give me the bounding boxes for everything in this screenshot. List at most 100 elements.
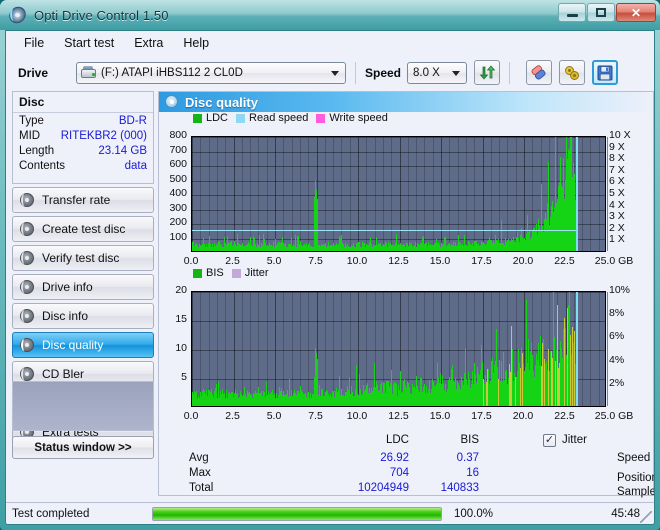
drive-select[interactable]: (F:) ATAPI iHBS112 2 CL0D (76, 61, 346, 84)
sidebar-item-disc-info[interactable]: Disc info (12, 303, 154, 329)
maximize-button[interactable] (587, 3, 615, 22)
y-axis-tick: 15 (175, 313, 187, 325)
y-axis-tick: 10 (175, 342, 187, 354)
y2-axis-tick: 9 X (609, 140, 625, 153)
sidebar-item-label: Disc quality (42, 338, 104, 352)
data-spike (209, 235, 210, 251)
read-speed-line (192, 230, 577, 231)
progress-bar-fill (153, 507, 441, 520)
y2-axis-tick: 2 X (609, 221, 625, 234)
disc-key-mid: MID (19, 129, 41, 142)
minimize-button[interactable] (558, 3, 586, 22)
y2-axis-tick: 5 X (609, 187, 625, 199)
menu-extra[interactable]: Extra (124, 33, 173, 53)
sidebar-item-disc-quality[interactable]: Disc quality (12, 332, 154, 358)
close-button[interactable]: ✕ (616, 3, 656, 22)
sidebar-item-label: Create test disc (42, 222, 126, 236)
y2-axis-tick: 8% (609, 307, 625, 320)
data-spike (224, 237, 225, 251)
status-bar: Test completed 100.0% 45:48 (6, 502, 654, 524)
stats-label-speed: Speed (617, 452, 651, 464)
toolbar-separator-1 (355, 61, 356, 84)
x-axis-tick: 22.5 (554, 255, 575, 267)
menu-bar: File Start test Extra Help (6, 31, 654, 54)
app-disc-icon (7, 4, 28, 26)
sidebar-item-drive-info[interactable]: Drive info (12, 274, 154, 300)
stats-avg-ldc: 26.92 (380, 452, 409, 464)
legend-swatch (193, 268, 202, 278)
x-axis-tick: 0.0 (183, 410, 199, 422)
stats-label-avg: Avg (189, 452, 209, 464)
progress-bar (152, 506, 442, 521)
sidebar-item-verify-test-disc[interactable]: Verify test disc (12, 245, 154, 271)
disc-key-contents: Contents (19, 159, 66, 172)
application-window: Opti Drive Control 1.50 ✕ File Start tes… (0, 0, 660, 530)
sidebar: Disc Type BD-R MID RITEKBR2 (000) Length… (6, 91, 156, 496)
menu-start-test[interactable]: Start test (54, 33, 124, 53)
y2-axis-tick: 6 X (609, 175, 625, 188)
sidebar-filler (12, 381, 154, 431)
settings-button[interactable] (559, 60, 585, 85)
menu-file[interactable]: File (14, 33, 54, 53)
y2-axis-tick: 4% (609, 353, 625, 366)
ldc-chart: LDC Read speed Write speed 100 200 300 400 500 6… (159, 112, 653, 267)
panel-header: Disc quality (159, 92, 653, 112)
legend-label: LDC (206, 112, 229, 124)
x-axis-tick: 0.0 (183, 255, 199, 267)
x-axis-tick: 10.0 (346, 410, 368, 422)
legend-swatch (231, 268, 241, 278)
data-spike (263, 233, 264, 251)
sidebar-item-transfer-rate[interactable]: Transfer rate (12, 187, 154, 213)
disc-row-mid: MID RITEKBR2 (000) (13, 128, 153, 143)
y-axis-tick: 100 (169, 230, 187, 243)
data-spike (316, 190, 317, 251)
y2-axis-tick: 3 X (609, 210, 625, 223)
legend-swatch (316, 113, 326, 123)
save-button[interactable] (592, 60, 618, 85)
resize-grip-icon[interactable] (640, 511, 652, 523)
title-bar: Opti Drive Control 1.50 ✕ (0, 0, 660, 30)
data-end-marker (576, 292, 578, 406)
y-axis-tick: 300 (169, 201, 187, 214)
gridline (607, 137, 608, 251)
data-spike (295, 235, 296, 251)
y2-axis-tick: 6% (609, 330, 625, 343)
stats-total-bis: 140833 (440, 482, 479, 494)
speed-label: Speed (365, 65, 402, 80)
legend-label: Write speed (329, 112, 388, 124)
eraser-button[interactable] (526, 60, 552, 85)
data-spike (341, 235, 342, 251)
disc-icon (165, 95, 179, 109)
disc-key-length: Length (19, 144, 55, 157)
menu-help[interactable]: Help (173, 33, 219, 53)
x-axis-tick: 5.0 (266, 410, 282, 422)
stats-label-total: Total (189, 482, 214, 494)
y-axis-tick: 20 (175, 284, 187, 296)
status-window-button[interactable]: Status window >> (12, 436, 154, 459)
x-axis-tick: 20.0 (512, 410, 534, 422)
x-axis-tick: 2.5 (225, 255, 240, 267)
stats-max-ldc: 704 (389, 467, 409, 479)
data-bar (317, 198, 318, 251)
stats-total-ldc: 10204949 (357, 482, 409, 494)
y2-axis-tick: 1 X (609, 233, 625, 246)
y-axis-tick: 500 (169, 172, 187, 185)
data-spike (423, 236, 424, 251)
refresh-button[interactable] (474, 60, 500, 85)
elapsed-time: 45:48 (611, 507, 640, 520)
speed-select[interactable]: 8.0 X (407, 61, 467, 84)
data-spike (282, 236, 283, 251)
disc-icon (20, 250, 35, 266)
stats-label-max: Max (189, 467, 211, 479)
disc-value-mid: RITEKBR2 (000) (60, 129, 147, 142)
jitter-checkbox[interactable]: ✓ (543, 434, 556, 447)
x-axis-tick: 7.5 (308, 410, 323, 422)
legend-swatch (193, 113, 202, 123)
status-message: Test completed (12, 507, 90, 520)
y-axis-tick: 400 (169, 187, 187, 199)
chevron-down-icon (452, 70, 460, 76)
disc-icon (20, 279, 35, 295)
refresh-icon (479, 65, 495, 80)
x-axis-tick: 15.0 (429, 255, 451, 267)
sidebar-item-create-test-disc[interactable]: Create test disc (12, 216, 154, 242)
